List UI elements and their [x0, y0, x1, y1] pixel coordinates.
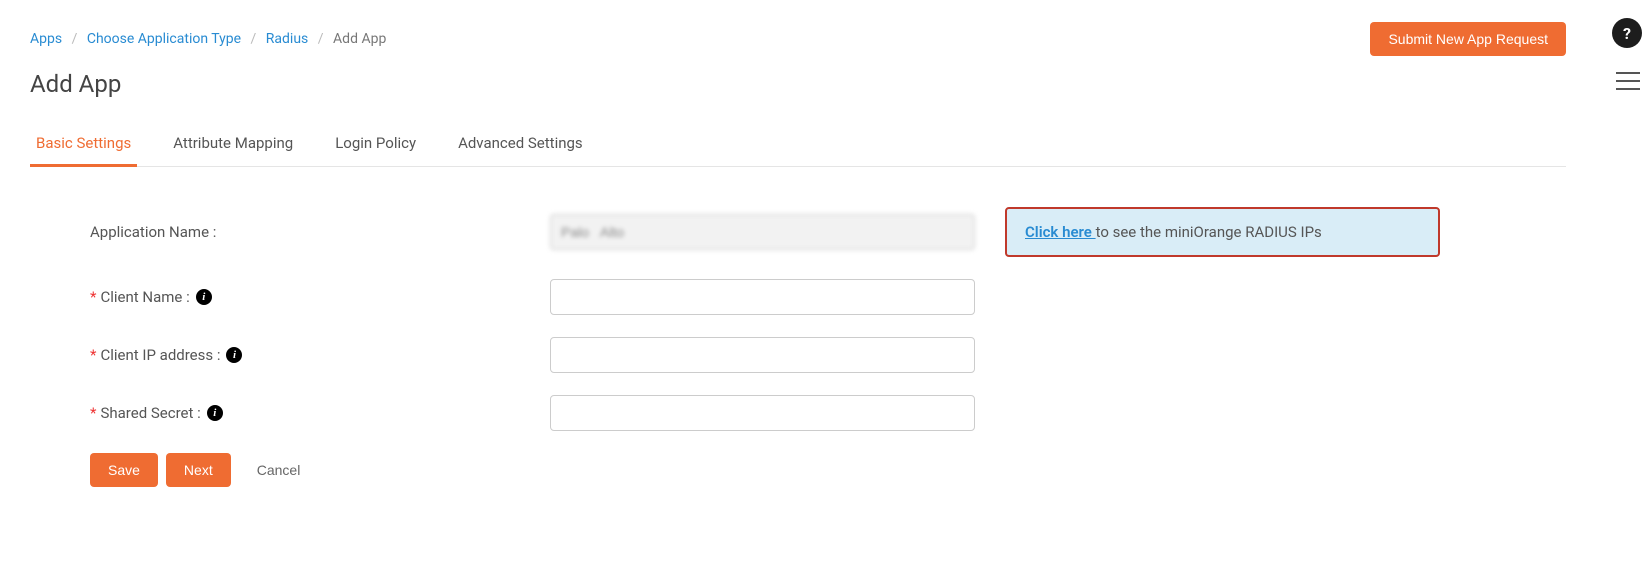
client-name-input[interactable]: [550, 279, 975, 315]
notice-text: to see the miniOrange RADIUS IPs: [1096, 223, 1322, 241]
client-name-label: * Client Name : i: [90, 288, 550, 306]
breadcrumb-apps[interactable]: Apps: [30, 31, 62, 47]
breadcrumb-radius[interactable]: Radius: [266, 31, 309, 47]
click-here-link[interactable]: Click here: [1025, 223, 1096, 241]
client-ip-label: * Client IP address : i: [90, 346, 550, 364]
tabs: Basic Settings Attribute Mapping Login P…: [30, 122, 1566, 167]
breadcrumb: Apps / Choose Application Type / Radius …: [30, 31, 386, 47]
breadcrumb-choose-type[interactable]: Choose Application Type: [87, 31, 241, 47]
info-icon[interactable]: i: [207, 405, 223, 421]
breadcrumb-sep: /: [318, 31, 324, 47]
hamburger-icon[interactable]: [1616, 72, 1640, 90]
tab-advanced-settings[interactable]: Advanced Settings: [452, 122, 589, 167]
next-button[interactable]: Next: [166, 453, 231, 487]
application-name-label: Application Name :: [90, 223, 550, 241]
shared-secret-input[interactable]: [550, 395, 975, 431]
breadcrumb-sep: /: [251, 31, 257, 47]
page-title: Add App: [0, 62, 1596, 122]
breadcrumb-current: Add App: [333, 31, 386, 47]
required-marker: *: [90, 346, 96, 364]
help-icon[interactable]: ?: [1612, 18, 1642, 48]
cancel-button[interactable]: Cancel: [239, 453, 319, 487]
required-marker: *: [90, 288, 96, 306]
client-ip-input[interactable]: [550, 337, 975, 373]
tab-basic-settings[interactable]: Basic Settings: [30, 122, 137, 167]
submit-new-app-button[interactable]: Submit New App Request: [1370, 22, 1566, 56]
info-icon[interactable]: i: [196, 289, 212, 305]
shared-secret-label: * Shared Secret : i: [90, 404, 550, 422]
tab-login-policy[interactable]: Login Policy: [329, 122, 422, 167]
tab-attribute-mapping[interactable]: Attribute Mapping: [167, 122, 299, 167]
breadcrumb-sep: /: [72, 31, 78, 47]
info-icon[interactable]: i: [226, 347, 242, 363]
application-name-input: [550, 214, 975, 250]
save-button[interactable]: Save: [90, 453, 158, 487]
required-marker: *: [90, 404, 96, 422]
radius-ips-notice: Click here to see the miniOrange RADIUS …: [1005, 207, 1440, 257]
